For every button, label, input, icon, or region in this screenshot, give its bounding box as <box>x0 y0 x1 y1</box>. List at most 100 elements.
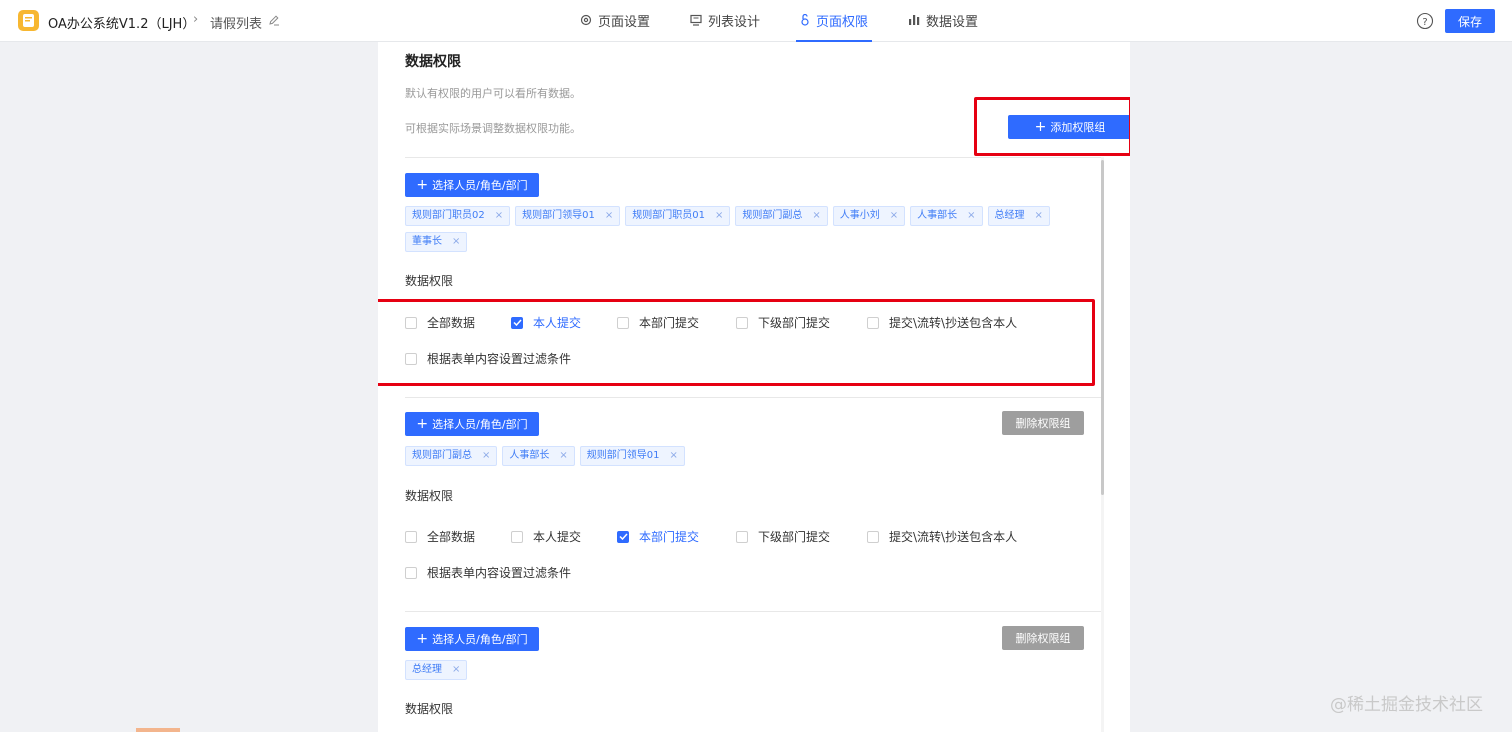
tag-close-icon[interactable]: × <box>812 207 820 225</box>
tab-page-settings[interactable]: 页面设置 <box>576 0 654 42</box>
tab-data-settings[interactable]: 数据设置 <box>904 0 982 42</box>
plus-icon: + <box>416 416 429 432</box>
tag-close-icon[interactable]: × <box>452 661 460 679</box>
checkbox-box[interactable] <box>867 530 879 543</box>
save-button[interactable]: 保存 <box>1445 9 1495 33</box>
member-tag: 规则部门领导01 × <box>515 206 621 226</box>
gear-icon <box>580 14 592 26</box>
checkbox-self-submitted[interactable]: 本人提交 <box>511 314 617 331</box>
plus-icon: + <box>416 631 429 647</box>
divider <box>405 611 1101 612</box>
options-row: 全部数据 本人提交 本部门提交 下级部门提交 提交\流转\抄送包含本人 <box>405 528 1017 545</box>
add-permission-group-button[interactable]: + 添加权限组 <box>1008 115 1130 139</box>
checkbox-department-submitted[interactable]: 本部门提交 <box>617 528 736 545</box>
highlight-box-options <box>378 299 1095 386</box>
select-members-label: 选择人员/角色/部门 <box>432 179 528 192</box>
tag-close-icon[interactable]: × <box>452 233 460 251</box>
member-tag: 规则部门职员01 × <box>625 206 731 226</box>
checkbox-box[interactable] <box>405 566 417 579</box>
section-title: 数据权限 <box>405 54 461 70</box>
checkbox-box[interactable] <box>405 352 417 365</box>
group-2-tags: 规则部门副总 × 人事部长 × 规则部门领导01 × <box>405 446 1085 472</box>
options-row: 根据表单内容设置过滤条件 <box>405 350 571 367</box>
checkbox-box[interactable] <box>405 530 417 543</box>
tag-close-icon[interactable]: × <box>605 207 613 225</box>
checkbox-box[interactable] <box>736 316 748 329</box>
tab-list-design[interactable]: 列表设计 <box>686 0 764 42</box>
add-group-label: 添加权限组 <box>1050 121 1106 134</box>
checkbox-self-submitted[interactable]: 本人提交 <box>511 528 617 545</box>
checkbox-box[interactable] <box>867 316 879 329</box>
member-tag: 人事部长 × <box>910 206 983 226</box>
checkbox-box[interactable] <box>511 530 523 543</box>
checkbox-involves-self[interactable]: 提交\流转\抄送包含本人 <box>867 528 1017 545</box>
options-row: 全部数据 本人提交 本部门提交 下级部门提交 提交\流转\抄送包含本人 <box>405 314 1017 331</box>
data-permission-label: 数据权限 <box>405 702 454 716</box>
checkbox-box[interactable] <box>736 530 748 543</box>
tag-close-icon[interactable]: × <box>890 207 898 225</box>
description-default: 默认有权限的用户可以看所有数据。 <box>405 87 581 100</box>
tag-close-icon[interactable]: × <box>967 207 975 225</box>
checkbox-box[interactable] <box>617 316 629 329</box>
checkbox-sub-department-submitted[interactable]: 下级部门提交 <box>736 314 867 331</box>
member-tag: 规则部门职员02 × <box>405 206 511 226</box>
group-1-tags: 规则部门职员02 × 规则部门领导01 × 规则部门职员01 × 规则部门副总 × 人事… <box>405 206 1085 258</box>
checkbox-box[interactable] <box>405 316 417 329</box>
top-bar: OA办公系统V1.2（LJH） › 请假列表 页面设置 列表设计 页面权限 数据… <box>0 0 1512 42</box>
tag-close-icon[interactable]: × <box>495 207 503 225</box>
divider <box>405 157 1101 158</box>
list-design-icon <box>690 14 702 26</box>
svg-text:?: ? <box>1422 17 1427 28</box>
checkbox-department-submitted[interactable]: 本部门提交 <box>617 314 736 331</box>
checkbox-form-filter[interactable]: 根据表单内容设置过滤条件 <box>405 350 571 367</box>
checkbox-all-data[interactable]: 全部数据 <box>405 528 511 545</box>
tag-close-icon[interactable]: × <box>559 447 567 465</box>
scrollbar-thumb[interactable] <box>1101 160 1104 495</box>
member-tag: 人事小刘 × <box>832 206 906 226</box>
checkbox-box[interactable] <box>511 316 523 329</box>
plus-icon: + <box>416 177 429 193</box>
checkbox-form-filter[interactable]: 根据表单内容设置过滤条件 <box>405 564 571 581</box>
checkbox-involves-self[interactable]: 提交\流转\抄送包含本人 <box>867 314 1017 331</box>
tab-page-permission[interactable]: 页面权限 <box>796 0 873 42</box>
member-tag: 人事部长 × <box>502 446 575 466</box>
select-members-button[interactable]: + 选择人员/角色/部门 <box>405 412 539 436</box>
edit-pencil-icon[interactable] <box>268 14 280 29</box>
data-permission-label: 数据权限 <box>405 489 454 503</box>
member-tag: 董事长 × <box>405 232 468 252</box>
plus-icon: + <box>1034 119 1047 135</box>
delete-permission-group-button[interactable]: 删除权限组 <box>1002 411 1084 435</box>
description-adjust: 可根据实际场景调整数据权限功能。 <box>405 122 581 135</box>
permission-icon <box>800 14 810 26</box>
checkbox-box[interactable] <box>617 530 629 543</box>
tab-label: 列表设计 <box>708 14 761 30</box>
data-permission-label: 数据权限 <box>405 274 454 288</box>
tag-close-icon[interactable]: × <box>670 447 678 465</box>
delete-permission-group-button[interactable]: 删除权限组 <box>1002 626 1084 650</box>
app-name[interactable]: OA办公系统V1.2（LJH） <box>48 13 195 32</box>
tag-close-icon[interactable]: × <box>482 447 490 465</box>
member-tag: 总经理 × <box>405 660 468 680</box>
select-members-button[interactable]: + 选择人员/角色/部门 <box>405 627 539 651</box>
breadcrumb-chevron-icon: › <box>193 12 199 27</box>
watermark: @稀土掘金技术社区 <box>1330 695 1483 715</box>
checkbox-all-data[interactable]: 全部数据 <box>405 314 511 331</box>
bottom-accent-bar <box>136 728 180 732</box>
member-tag: 规则部门副总 × <box>735 206 828 226</box>
select-members-label: 选择人员/角色/部门 <box>432 633 528 646</box>
select-members-button[interactable]: + 选择人员/角色/部门 <box>405 173 539 197</box>
tab-label: 页面权限 <box>816 14 869 30</box>
tab-label: 数据设置 <box>926 14 979 30</box>
page-tabs: 页面设置 列表设计 页面权限 数据设置 <box>560 0 998 42</box>
breadcrumb-page-name: 请假列表 <box>210 17 263 32</box>
data-permission-panel: 数据权限 默认有权限的用户可以看所有数据。 可根据实际场景调整数据权限功能。 +… <box>378 42 1130 732</box>
help-icon[interactable]: ? <box>1416 12 1434 33</box>
select-members-label: 选择人员/角色/部门 <box>432 418 528 431</box>
options-row: 根据表单内容设置过滤条件 <box>405 564 571 581</box>
tag-close-icon[interactable]: × <box>715 207 723 225</box>
checkbox-sub-department-submitted[interactable]: 下级部门提交 <box>736 528 867 545</box>
member-tag: 规则部门副总 × <box>405 446 498 466</box>
tag-close-icon[interactable]: × <box>1035 207 1043 225</box>
tab-label: 页面设置 <box>598 14 651 30</box>
bar-chart-icon <box>908 14 920 26</box>
